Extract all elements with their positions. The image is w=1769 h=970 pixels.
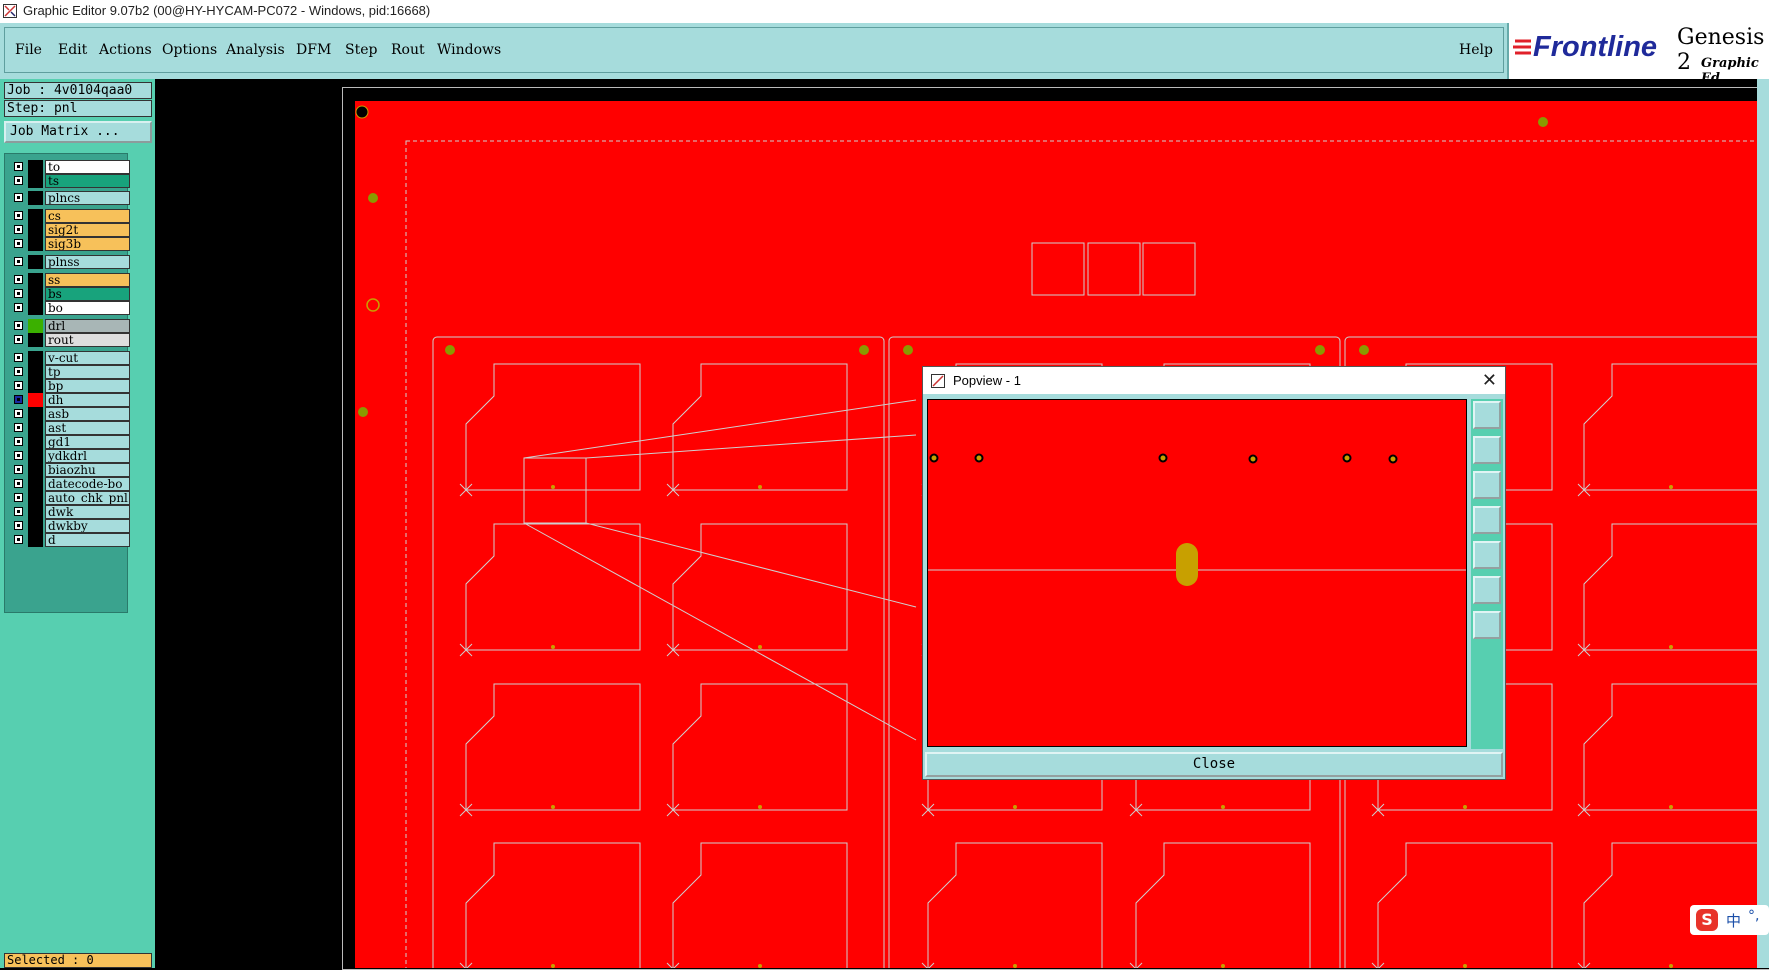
pcb-unit-outline [1583,523,1759,651]
unit-pad [551,805,555,809]
popview-via [974,453,984,463]
pcb-unit-outline [1583,683,1759,811]
popview-title: Popview - 1 [953,373,1021,388]
pcb-unit-outline [1583,363,1759,491]
zoom-leader-3 [585,522,917,608]
popview-dialog: Popview - 1 ✕ Close [922,366,1506,780]
pcb-unit-outline [465,842,641,968]
unit-pad [1669,645,1673,649]
ime-punct: °, [1748,908,1760,924]
popview-via [1342,453,1352,463]
zoom-center-icon[interactable] [1473,611,1501,639]
fiducial-pad [1315,345,1325,355]
pan-down-icon[interactable] [1473,471,1501,499]
pcb-unit-outline [465,523,641,651]
unit-pad [758,645,762,649]
fiducial-pad [903,345,913,355]
popview-via [929,453,939,463]
fiducial-pad [368,193,378,203]
pan-left-icon[interactable] [1473,506,1501,534]
unit-pad [1221,964,1225,968]
pcb-unit-outline [1377,842,1553,968]
pcb-unit-outline [1135,842,1311,968]
popview-viewport[interactable] [927,399,1467,747]
popview-toolbar [1471,399,1503,749]
fiducial-pad [1538,117,1548,127]
unit-pad [758,964,762,968]
pcb-unit-outline [672,683,848,811]
unit-pad [1221,805,1225,809]
popview-icon [931,374,945,388]
pcb-unit-outline [672,842,848,968]
zoom-leader-2 [585,434,917,459]
unit-pad [758,485,762,489]
pcb-unit-outline [927,842,1103,968]
popview-titlebar: Popview - 1 ✕ [923,367,1505,394]
fiducial-pad [859,345,869,355]
popview-artwork [928,453,1466,586]
pan-right-icon[interactable] [1473,541,1501,569]
pcb-unit-outline [465,363,641,491]
popview-via [1248,454,1258,464]
unit-pad [551,964,555,968]
unit-pad [1669,485,1673,489]
zoom-leader-1 [523,399,917,459]
popview-slot-pad [1176,543,1198,586]
unit-pad [551,645,555,649]
panel-fiducial [355,105,369,119]
zoom-leader-4 [523,522,917,741]
unit-pad [551,485,555,489]
popview-via [1158,453,1168,463]
zoom-window-icon[interactable] [1473,401,1501,429]
pcb-unit-outline [465,683,641,811]
pcb-unit-outline [672,523,848,651]
fiducial-pad [358,407,368,417]
coupon-box-3 [1142,242,1196,296]
ime-mode: 中 [1726,912,1742,930]
target-mark [366,298,380,312]
close-icon[interactable]: ✕ [1482,370,1497,391]
unit-pad [1013,964,1017,968]
unit-pad [1013,805,1017,809]
right-toolbar [1757,79,1769,968]
pan-up-icon[interactable] [1473,436,1501,464]
fiducial-pad [445,345,455,355]
unit-pad [1463,805,1467,809]
ime-logo-icon: S [1696,909,1718,931]
unit-pad [1669,805,1673,809]
zoom-fit-icon[interactable] [1473,576,1501,604]
fiducial-pad [1359,345,1369,355]
unit-pad [758,805,762,809]
unit-pad [1669,964,1673,968]
coupon-box-1 [1031,242,1085,296]
unit-pad [1463,964,1467,968]
popview-close-button[interactable]: Close [925,752,1503,777]
ime-indicator[interactable]: S 中 °, [1690,905,1769,935]
array-outline [432,336,885,968]
popview-via [1388,454,1398,464]
coupon-box-2 [1087,242,1141,296]
pcb-unit-outline [672,363,848,491]
